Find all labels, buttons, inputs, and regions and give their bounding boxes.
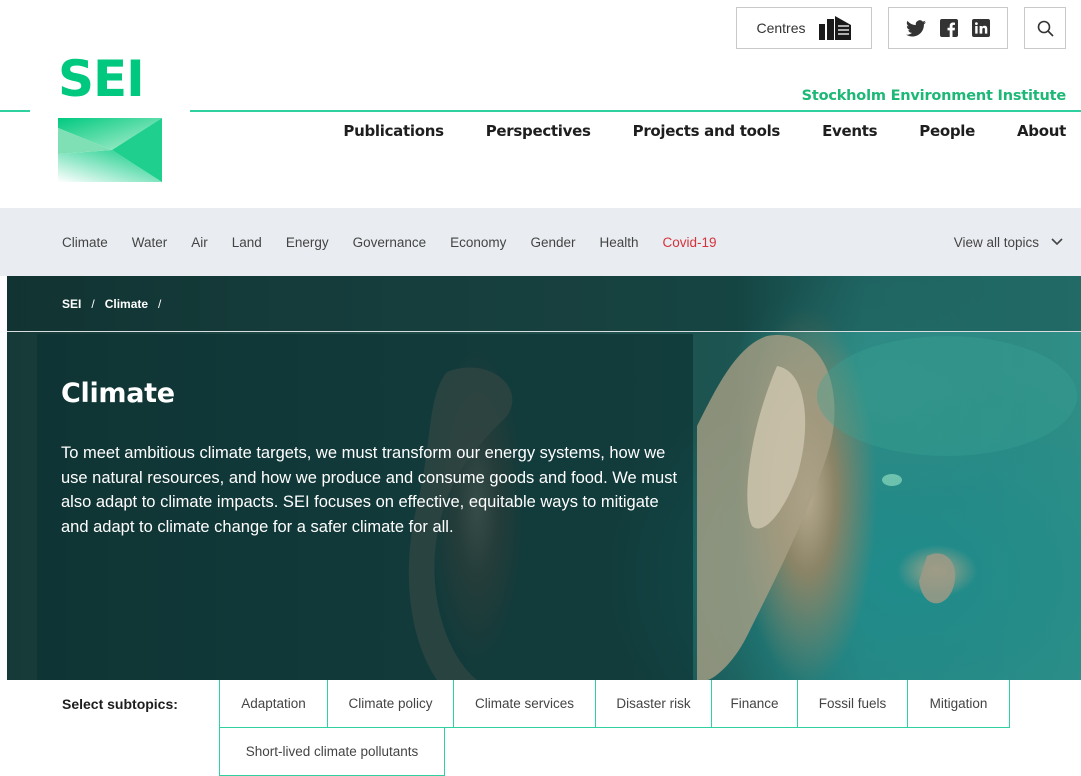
nav-people[interactable]: People <box>919 122 975 140</box>
page-title: Climate <box>61 378 175 409</box>
facebook-icon[interactable] <box>940 19 958 37</box>
subtopic-short-lived-climate-pollutants[interactable]: Short-lived climate pollutants <box>219 728 445 776</box>
search-icon <box>1037 20 1054 37</box>
twitter-icon[interactable] <box>906 19 926 37</box>
breadcrumb-separator: / <box>158 297 162 311</box>
breadcrumb: SEI / Climate / <box>62 276 161 332</box>
topic-covid-19[interactable]: Covid-19 <box>663 235 717 250</box>
subtopic-climate-policy[interactable]: Climate policy <box>327 680 454 728</box>
hero-banner: SEI / Climate / Climate To meet ambitiou… <box>7 276 1081 680</box>
nav-events[interactable]: Events <box>822 122 877 140</box>
nav-projects-and-tools[interactable]: Projects and tools <box>633 122 781 140</box>
site-header: SEI Centres Stockholm Environment Instit… <box>0 0 1081 208</box>
header-divider-left <box>0 110 30 112</box>
nav-publications[interactable]: Publications <box>343 122 444 140</box>
subtopics-row: Short-lived climate pollutants <box>219 728 1019 776</box>
subtopics-label: Select subtopics: <box>62 696 178 712</box>
view-all-topics-button[interactable]: View all topics <box>954 208 1063 276</box>
chevron-down-icon <box>1051 238 1063 246</box>
breadcrumb-climate[interactable]: Climate <box>105 297 148 311</box>
buildings-icon <box>818 16 851 40</box>
search-button[interactable] <box>1024 7 1066 49</box>
main-nav: Publications Perspectives Projects and t… <box>343 122 1066 140</box>
social-links <box>888 7 1008 49</box>
topic-governance[interactable]: Governance <box>353 235 427 250</box>
topic-climate[interactable]: Climate <box>62 235 108 250</box>
logo-mark-icon <box>58 118 162 182</box>
subtopics-grid: Adaptation Climate policy Climate servic… <box>219 680 1019 776</box>
topic-land[interactable]: Land <box>232 235 262 250</box>
subtopic-fossil-fuels[interactable]: Fossil fuels <box>797 680 908 728</box>
topics-bar: Climate Water Air Land Energy Governance… <box>0 208 1081 276</box>
sei-logo[interactable]: SEI <box>58 54 164 182</box>
breadcrumb-bar: SEI / Climate / <box>7 276 1081 332</box>
topic-air[interactable]: Air <box>191 235 208 250</box>
subtopic-adaptation[interactable]: Adaptation <box>219 680 328 728</box>
subtopic-mitigation[interactable]: Mitigation <box>907 680 1010 728</box>
view-all-topics-label: View all topics <box>953 234 1039 250</box>
topic-water[interactable]: Water <box>132 235 168 250</box>
breadcrumb-sei[interactable]: SEI <box>62 297 81 311</box>
header-divider-right <box>190 110 1081 112</box>
topic-health[interactable]: Health <box>599 235 638 250</box>
centres-button[interactable]: Centres <box>736 7 872 49</box>
topic-economy[interactable]: Economy <box>450 235 506 250</box>
nav-about[interactable]: About <box>1017 122 1066 140</box>
subtopics-row: Adaptation Climate policy Climate servic… <box>219 680 1019 728</box>
centres-label: Centres <box>756 20 806 36</box>
topics-list: Climate Water Air Land Energy Governance… <box>62 208 717 276</box>
nav-perspectives[interactable]: Perspectives <box>486 122 591 140</box>
subtopic-finance[interactable]: Finance <box>711 680 798 728</box>
topic-energy[interactable]: Energy <box>286 235 329 250</box>
linkedin-icon[interactable] <box>972 19 990 37</box>
topic-gender[interactable]: Gender <box>530 235 575 250</box>
subtopics-section: Select subtopics: Adaptation Climate pol… <box>0 680 1081 776</box>
breadcrumb-separator: / <box>91 297 95 311</box>
subtopic-climate-services[interactable]: Climate services <box>453 680 596 728</box>
subtopic-disaster-risk[interactable]: Disaster risk <box>595 680 712 728</box>
hero-description: To meet ambitious climate targets, we mu… <box>61 444 678 536</box>
org-name[interactable]: Stockholm Environment Institute <box>802 88 1067 104</box>
